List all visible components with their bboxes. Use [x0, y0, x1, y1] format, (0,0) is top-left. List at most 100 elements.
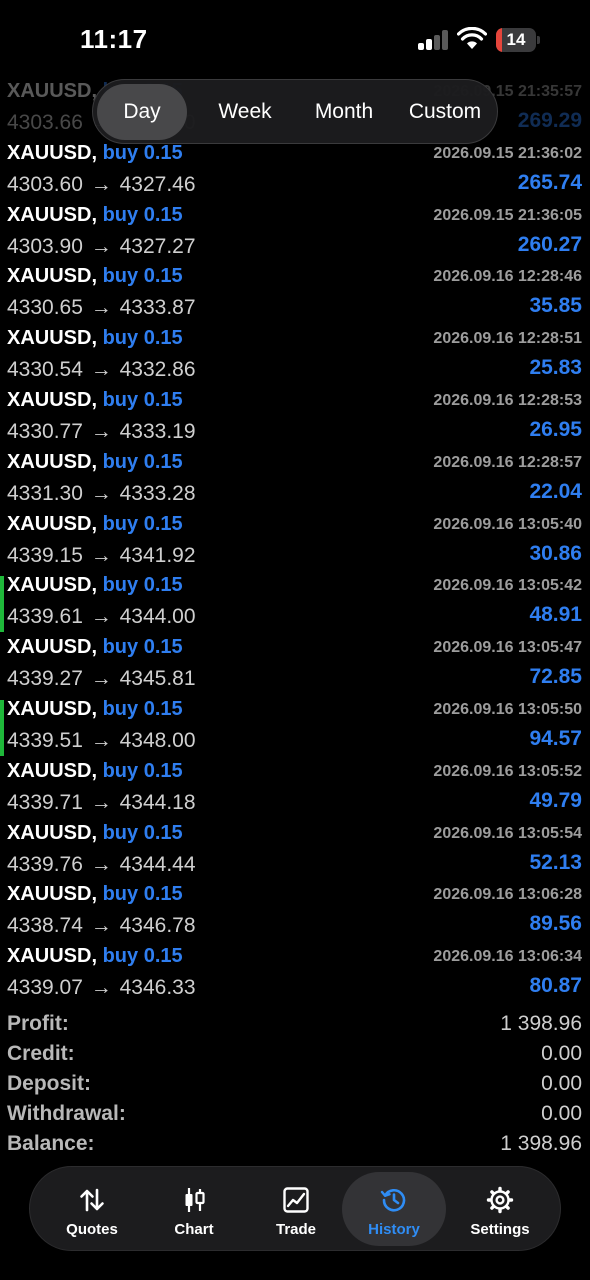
open-price: 4330.54: [7, 358, 83, 382]
trade-time: 2026.09.16 12:28:53: [433, 391, 582, 409]
gear-icon: [486, 1186, 514, 1214]
arrow-right-icon: →: [90, 419, 112, 443]
trade-row[interactable]: XAUUSD, buy 0.15 4339.07 → 4346.33 2026.09…: [0, 943, 590, 1005]
trade-side: buy 0.15: [102, 697, 183, 720]
tab-trade[interactable]: Trade: [244, 1172, 348, 1246]
open-price: 4339.76: [7, 852, 83, 876]
trade-profit: 89.56: [529, 912, 582, 936]
trade-title: XAUUSD, buy 0.15: [7, 698, 183, 721]
trade-row[interactable]: XAUUSD, buy 0.15 4303.60 → 4327.46 2026.09…: [0, 140, 590, 202]
status-bar: 11:17 14: [0, 0, 590, 80]
close-price: 4346.78: [119, 914, 196, 938]
close-price: 4333.19: [119, 419, 196, 443]
close-price: 4327.27: [119, 234, 196, 258]
trade-symbol: XAUUSD,: [7, 265, 98, 288]
close-price: 4327.46: [119, 172, 196, 196]
trade-row[interactable]: XAUUSD, buy 0.15 4303.90 → 4327.27 2026.09…: [0, 202, 590, 264]
trade-profit: 72.85: [529, 665, 582, 689]
arrow-right-icon: →: [90, 543, 112, 567]
period-option-custom[interactable]: Custom: [395, 84, 495, 140]
trade-row[interactable]: XAUUSD, buy 0.15 4339.61 → 4344.00 2026.09…: [0, 572, 590, 634]
trade-profit: 49.79: [529, 788, 582, 812]
tab-chart[interactable]: Chart: [142, 1172, 246, 1246]
trade-row[interactable]: XAUUSD, buy 0.15 4339.71 → 4344.18 2026.09…: [0, 758, 590, 820]
quotes-arrows-icon: [80, 1188, 104, 1212]
period-option-week[interactable]: Week: [197, 84, 293, 140]
tab-settings[interactable]: Settings: [448, 1172, 552, 1246]
trade-title: XAUUSD, buy 0.15: [7, 142, 183, 165]
candlestick-icon: [185, 1188, 205, 1212]
trade-title: XAUUSD, buy 0.15: [7, 574, 183, 597]
history-clock-icon: [380, 1188, 406, 1212]
trade-title: XAUUSD, buy 0.15: [7, 327, 183, 350]
tab-trade-label: Trade: [275, 1221, 317, 1238]
arrow-right-icon: →: [90, 914, 112, 938]
trade-time: 2026.09.15 21:36:02: [433, 144, 582, 162]
trade-row[interactable]: XAUUSD, buy 0.15 4338.74 → 4346.78 2026.09…: [0, 881, 590, 943]
trade-row[interactable]: XAUUSD, buy 0.15 4330.65 → 4333.87 2026.09…: [0, 263, 590, 325]
trade-profit: 269.29: [517, 109, 582, 132]
trade-profit: 30.86: [529, 541, 582, 565]
trade-profit: 48.91: [529, 603, 582, 627]
open-price: 4338.74: [7, 914, 83, 938]
trade-symbol: XAUUSD,: [7, 141, 98, 164]
trade-symbol: XAUUSD,: [7, 80, 98, 102]
open-price: 4339.61: [7, 605, 83, 629]
trade-side: buy 0.15: [102, 141, 183, 164]
trade-side: buy 0.15: [102, 883, 183, 906]
open-price: 4303.90: [7, 234, 83, 258]
trade-title: XAUUSD, buy 0.15: [7, 945, 183, 968]
bottom-tab-bar: Quotes Chart Trade History Settings: [29, 1166, 561, 1251]
period-segmented-control: Day Week Month Custom: [92, 79, 498, 144]
trade-row[interactable]: XAUUSD, buy 0.15 4330.77 → 4333.19 2026.09…: [0, 387, 590, 449]
trade-title: XAUUSD, buy 0.15: [7, 265, 183, 288]
trade-side: buy 0.15: [102, 759, 183, 782]
trade-time: 2026.09.16 13:05:50: [433, 700, 582, 718]
deposit-label: Deposit:: [7, 1072, 91, 1095]
close-price: 4332.86: [119, 358, 196, 382]
trade-time: 2026.09.16 12:28:57: [433, 453, 582, 471]
credit-label: Credit:: [7, 1042, 75, 1065]
trade-side: buy 0.15: [102, 636, 183, 659]
open-price: 4339.27: [7, 667, 83, 691]
close-price: 4345.81: [119, 667, 196, 691]
tab-history[interactable]: History: [342, 1172, 446, 1246]
arrow-right-icon: →: [90, 358, 112, 382]
arrow-right-icon: →: [90, 728, 112, 752]
trade-prices: 4339.51 → 4348.00: [7, 729, 196, 753]
open-price: 4339.07: [7, 976, 83, 1000]
summary-withdrawal-row: Withdrawal: 0.00: [0, 1100, 590, 1130]
period-option-day[interactable]: Day: [97, 84, 187, 140]
arrow-right-icon: →: [90, 976, 112, 1000]
trade-profit: 22.04: [529, 479, 582, 503]
trade-row[interactable]: XAUUSD, buy 0.15 4339.27 → 4345.81 2026.09…: [0, 634, 590, 696]
battery-level: 14: [506, 30, 526, 49]
trade-title: XAUUSD, buy 0.15: [7, 389, 183, 412]
trade-time: 2026.09.16 13:06:34: [433, 948, 582, 966]
trade-row[interactable]: XAUUSD, buy 0.15 4339.51 → 4348.00 2026.09…: [0, 696, 590, 758]
trade-profit: 80.87: [529, 974, 582, 998]
trade-history-list[interactable]: XAUUSD, buy 0.154303.66 → 4327.802026.09…: [0, 78, 590, 1005]
trade-prices: 4330.54 → 4332.86: [7, 358, 196, 382]
status-time: 11:17: [80, 24, 148, 54]
trade-row[interactable]: XAUUSD, buy 0.15 4330.54 → 4332.86 2026.09…: [0, 325, 590, 387]
trade-side: buy 0.15: [102, 821, 183, 844]
trade-profit: 94.57: [529, 726, 582, 750]
tab-quotes[interactable]: Quotes: [40, 1172, 144, 1246]
trade-row[interactable]: XAUUSD, buy 0.15 4331.30 → 4333.28 2026.09…: [0, 449, 590, 511]
trade-title: XAUUSD, buy 0.15: [7, 636, 183, 659]
trade-symbol: XAUUSD,: [7, 759, 98, 782]
trade-prices: 4339.71 → 4344.18: [7, 791, 196, 815]
trade-title: XAUUSD, buy 0.15: [7, 883, 183, 906]
period-option-month[interactable]: Month: [295, 84, 393, 140]
trade-row[interactable]: XAUUSD, buy 0.15 4339.15 → 4341.92 2026.09…: [0, 511, 590, 573]
open-price: 4339.71: [7, 790, 83, 814]
trade-row[interactable]: XAUUSD, buy 0.15 4339.76 → 4344.44 2026.09…: [0, 820, 590, 882]
trade-time: 2026.09.16 13:06:28: [433, 886, 582, 904]
trade-time: 2026.09.16 13:05:40: [433, 515, 582, 533]
trade-side: buy 0.15: [102, 574, 183, 597]
trade-prices: 4303.60 → 4327.46: [7, 173, 196, 197]
tab-quotes-label: Quotes: [66, 1221, 118, 1238]
arrow-right-icon: →: [90, 790, 112, 814]
trade-symbol: XAUUSD,: [7, 327, 98, 350]
